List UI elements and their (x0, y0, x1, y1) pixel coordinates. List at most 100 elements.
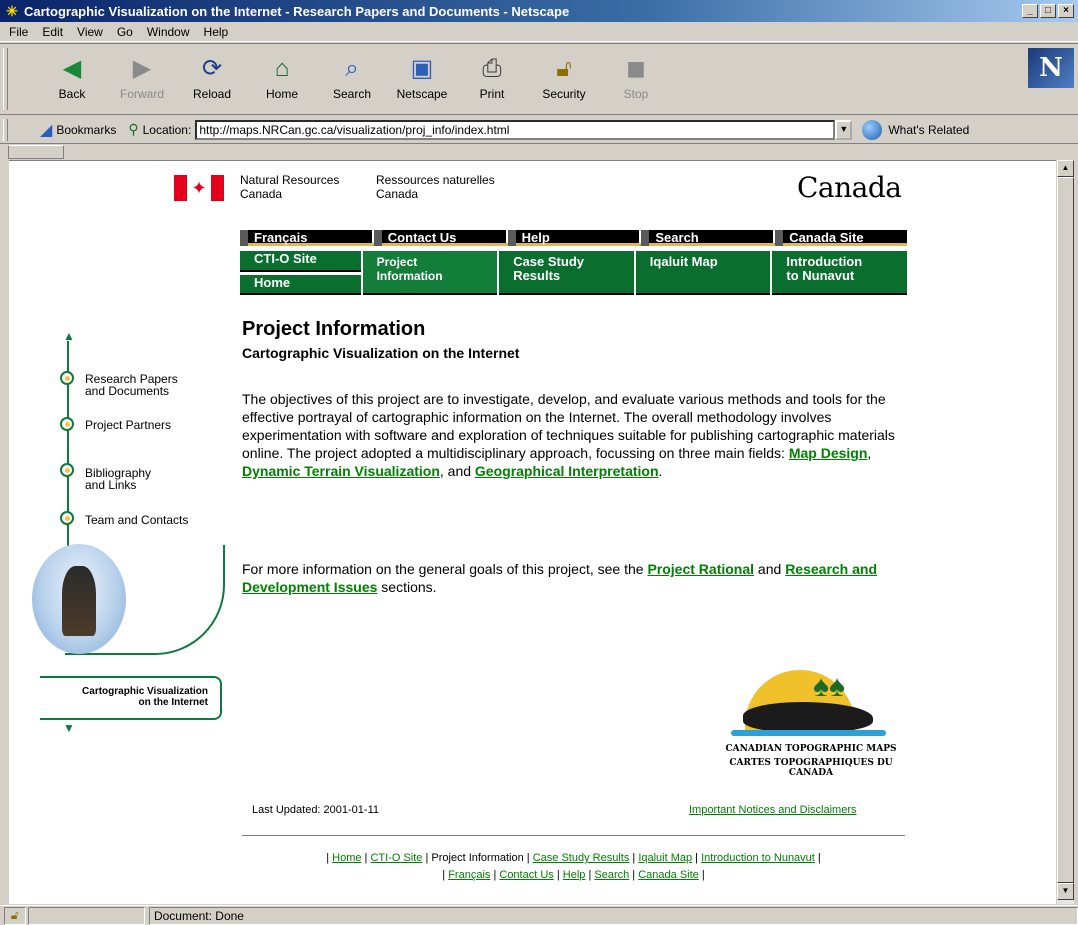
url-dropdown-button[interactable]: ▼ (835, 119, 853, 140)
menu-window[interactable]: Window (140, 25, 197, 39)
link-important-notices[interactable]: Important Notices and Disclaimers (689, 804, 857, 816)
menu-help[interactable]: Help (197, 25, 236, 39)
whats-related-button[interactable]: What's Related (888, 123, 969, 137)
print-button[interactable]: ⎙ Print (462, 48, 522, 110)
nav-project-information[interactable]: Project Information (362, 251, 498, 295)
footer-current-page: Project Information (431, 852, 524, 864)
forward-arrow-icon: ▶ (132, 55, 152, 82)
nav-contact-us[interactable]: Contact Us (373, 230, 506, 246)
whats-related-icon[interactable] (862, 119, 883, 140)
objectives-paragraph: The objectives of this project are to in… (242, 391, 895, 479)
menu-bar: File Edit View Go Window Help (0, 22, 1078, 42)
window-title: Cartographic Visualization on the Intern… (24, 3, 570, 19)
sidebar-item-project-partners[interactable]: Project Partners (85, 419, 171, 431)
footer-link-help[interactable]: Help (563, 869, 586, 881)
footer-nav-row1: | Home | CTI-O Site | Project Informatio… (326, 852, 821, 864)
bullet-icon (60, 371, 74, 385)
close-button[interactable]: × (1058, 4, 1074, 18)
home-button[interactable]: ⌂ Home (252, 48, 312, 110)
sidebar-item-bibliography[interactable]: Bibliography and Links (85, 467, 151, 491)
footer-link-case-study[interactable]: Case Study Results (533, 852, 630, 864)
footer-link-search[interactable]: Search (594, 869, 629, 881)
footer-link-ctio[interactable]: CTI-O Site (370, 852, 422, 864)
stop-button[interactable]: ◼ Stop (606, 48, 666, 110)
bookmarks-button[interactable]: Bookmarks (56, 123, 116, 137)
dept-name-english: Natural Resources Canada (240, 173, 340, 201)
security-lock-icon[interactable]: 🔓︎ (4, 906, 26, 925)
menu-file[interactable]: File (2, 25, 35, 39)
title-bar: ✳ Cartographic Visualization on the Inte… (0, 0, 1078, 22)
nav-iqaluit-map[interactable]: Iqaluit Map (635, 251, 771, 295)
footer-link-canada-site[interactable]: Canada Site (638, 869, 699, 881)
bookmarks-icon[interactable]: ◢ (40, 120, 52, 140)
reload-icon: ⟳ (201, 55, 223, 82)
menu-go[interactable]: Go (110, 25, 140, 39)
nav-help[interactable]: Help (507, 230, 640, 246)
link-dynamic-terrain[interactable]: Dynamic Terrain Visualization (242, 463, 440, 479)
scroll-down-button[interactable]: ▼ (1057, 883, 1074, 900)
minimize-button[interactable]: _ (1022, 4, 1038, 18)
toolbar-grip[interactable] (3, 48, 8, 110)
dept-name-french: Ressources naturelles Canada (376, 173, 495, 201)
canada-flag: ✦ (174, 175, 224, 201)
status-message: Document: Done (148, 906, 1078, 925)
footer-link-home[interactable]: Home (332, 852, 361, 864)
bullet-icon (60, 463, 74, 477)
back-button[interactable]: ◀ Back (42, 48, 102, 110)
forward-button[interactable]: ▶ Forward (112, 48, 172, 110)
status-progress (27, 906, 145, 925)
common-menu-bar: Français Contact Us Help Search Canada S… (240, 230, 907, 246)
vertical-scrollbar[interactable]: ▲ ▼ (1057, 160, 1074, 904)
nav-case-study-results[interactable]: Case Study Results (499, 251, 634, 295)
search-button[interactable]: ⌕ Search (322, 48, 382, 110)
canada-wordmark: Canada (797, 171, 902, 204)
back-arrow-icon: ◀ (62, 55, 82, 82)
nav-home[interactable]: Home (240, 274, 361, 295)
nav-francais[interactable]: Français (240, 230, 372, 246)
footer-nav-row2: | Français | Contact Us | Help | Search … (442, 869, 705, 881)
search-icon: ⌕ (345, 55, 359, 82)
footer-link-iqaluit[interactable]: Iqaluit Map (638, 852, 692, 864)
scroll-thumb[interactable] (1057, 177, 1074, 883)
menu-view[interactable]: View (70, 25, 110, 39)
sidebar-item-research-papers[interactable]: Research Papers and Documents (85, 373, 178, 397)
maximize-button[interactable]: □ (1040, 4, 1056, 18)
page-title: Project Information (242, 318, 426, 340)
sidebar-item-team-contacts[interactable]: Team and Contacts (85, 514, 188, 526)
netscape-icon: ✳ (6, 3, 18, 19)
link-project-rational[interactable]: Project Rational (647, 561, 754, 577)
page-subtitle: Cartographic Visualization on the Intern… (242, 345, 520, 361)
maple-leaf-icon: ✦ (191, 178, 207, 198)
nav-introduction-nunavut[interactable]: Introduction to Nunavut (772, 251, 907, 295)
url-input[interactable]: http://maps.NRCan.gc.ca/visualization/pr… (195, 119, 836, 140)
footer-link-contact[interactable]: Contact Us (499, 869, 553, 881)
link-map-design[interactable]: Map Design (789, 445, 868, 461)
menu-edit[interactable]: Edit (35, 25, 70, 39)
netscape-button[interactable]: ▣ Netscape (392, 48, 452, 110)
nav-canada-site[interactable]: Canada Site (775, 230, 907, 246)
last-updated: Last Updated: 2001-01-11 (252, 804, 379, 816)
link-geographical-interpretation[interactable]: Geographical Interpretation (475, 463, 659, 479)
security-button[interactable]: 🔓︎ Security (534, 48, 594, 110)
location-bar: ◢ Bookmarks ⚲ Location: http://maps.NRCa… (0, 116, 1078, 144)
footer-link-nunavut[interactable]: Introduction to Nunavut (701, 852, 815, 864)
bullet-icon (60, 511, 74, 525)
inukshuk-image (32, 544, 126, 654)
reload-button[interactable]: ⟳ Reload (182, 48, 242, 110)
nav-search[interactable]: Search (641, 230, 774, 246)
more-info-paragraph: For more information on the general goal… (242, 561, 878, 595)
scroll-up-button[interactable]: ▲ (1057, 160, 1074, 177)
netscape-logo[interactable]: N (1028, 48, 1074, 88)
footer-link-francais[interactable]: Français (448, 869, 490, 881)
loon-icon (743, 702, 873, 732)
footer-divider (242, 835, 905, 836)
nav-ctio-site[interactable]: CTI-O Site (240, 251, 361, 272)
locbar-grip[interactable] (3, 119, 8, 141)
sidebar-title-banner: Cartographic Visualization on the Interne… (40, 676, 222, 720)
canadian-topographic-maps-logo: ♠♠ CANADIAN TOPOGRAPHIC MAPS CARTES TOPO… (725, 670, 897, 778)
arrow-down-icon: ▼ (63, 721, 75, 735)
home-icon: ⌂ (274, 55, 290, 82)
bullet-icon (60, 417, 74, 431)
location-icon[interactable]: ⚲ (128, 121, 138, 138)
tab-strip-handle[interactable] (8, 145, 64, 159)
